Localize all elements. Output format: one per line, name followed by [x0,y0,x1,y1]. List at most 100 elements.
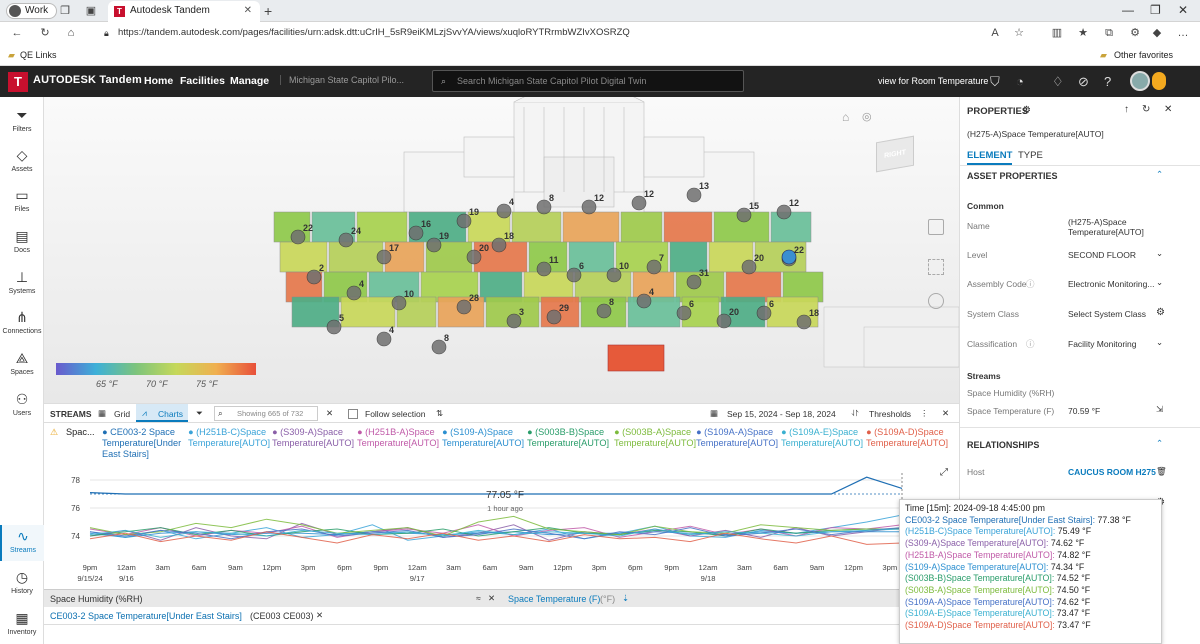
asset-properties-header[interactable]: ASSET PROPERTIES [967,171,1058,181]
maximize-button[interactable]: ❐ [1150,3,1161,17]
dashboard-icon[interactable]: ◔ [1016,74,1024,89]
rail-docs[interactable]: ▤ Docs [0,228,44,254]
stream-temperature-label[interactable]: Space Temperature (F) [967,406,1054,416]
chevron-down-icon[interactable]: ⌄ [1156,337,1163,348]
tab-actions-icon[interactable]: ▣ [84,4,98,18]
more-icon[interactable]: … [1176,26,1190,40]
camera-icon[interactable]: ◎ [862,110,872,123]
workspaces-icon[interactable]: ❐ [58,4,72,18]
history-icon[interactable]: ↻ [1142,104,1150,115]
tab-element[interactable]: ELEMENT [967,150,1013,165]
remove-stream-icon[interactable]: ✕ [316,610,323,621]
pan-tool-icon[interactable] [928,293,944,309]
rail-users[interactable]: ⚇ Users [0,391,44,417]
clear-search-icon[interactable]: ✕ [326,408,333,419]
chevron-down-icon[interactable]: ⌄ [1156,248,1163,259]
settings-icon[interactable]: ⚙ [1022,105,1031,116]
select-box-icon[interactable] [928,259,944,275]
grid-view-button[interactable]: Grid [114,409,130,419]
stream-search-input[interactable]: ⌕ Showing 665 of 732 [214,406,318,421]
browser-tab[interactable]: T Autodesk Tandem ✕ [108,1,260,22]
home-icon[interactable]: ⌂ [64,26,78,40]
search-input[interactable]: ⌕ Search Michigan State Capitol Pilot Dig… [432,70,744,92]
legend-item[interactable]: ● (S003B-A)Space Temperature[AUTO] [614,427,700,449]
line-chart[interactable]: 74 76 78 9pm 9/15/24 12am 9/16 3am 6am 9am 12pm 3pm… [44,465,959,589]
rail-systems[interactable]: ⊥ Systems [0,269,44,295]
expand-chart-icon[interactable]: ⤢ [940,467,948,478]
legend-item[interactable]: ● (S003B-B)Space Temperature[AUTO] [527,427,613,449]
chevron-up-icon[interactable]: ⌃ [1156,169,1163,180]
rail-history[interactable]: ◷ History [0,569,44,595]
sort-icon[interactable]: ⇅ [436,408,443,419]
pin-icon[interactable]: ↑ [1124,104,1129,115]
close-panel-icon[interactable]: ✕ [1164,104,1172,115]
refresh-icon[interactable]: ↻ [38,26,52,40]
stream-humidity-label[interactable]: Space Humidity (%RH) [967,388,1054,398]
notifications-icon[interactable]: ♢ [1052,74,1064,90]
charts-view-button[interactable]: ⩘ Charts [136,404,188,422]
assembly-code-value[interactable]: Electronic Monitoring... [1068,279,1154,289]
copilot-icon[interactable]: ◆ [1150,26,1164,40]
rail-assets[interactable]: ◇ Assets [0,147,44,173]
bookmark-qe-links[interactable]: QE Links [20,44,57,66]
model-viewer[interactable]: 16 19 4 8 12 12 13 15 12 22 24 17 19 20 18 11 6 10 7 31 20 22… [44,97,959,403]
nav-home[interactable]: Home [144,75,173,87]
building-model[interactable]: 16194 8 12 121315 1222 2417192018116 107312022… [44,97,959,403]
facility-breadcrumb[interactable]: Michigan State Capitol Pilo... [280,75,404,85]
help-icon[interactable]: ? [1104,74,1111,89]
chevron-up-icon[interactable]: ⌃ [1156,438,1163,449]
favorite-star-icon[interactable]: ☆ [1012,26,1026,40]
legend-item[interactable]: ● (H251B-C)Space Temperature[AUTO] [188,427,274,449]
collections-icon[interactable]: ⧉ [1102,26,1116,40]
bookmark-icon[interactable]: ⛉ [990,74,1000,90]
section-tool-icon[interactable] [928,219,944,235]
view-selector[interactable]: view for Room Temperature [878,76,988,86]
legend-item[interactable]: ● (S109-A)Space Temperature[AUTO] [442,427,528,449]
follow-selection-checkbox[interactable] [348,409,358,419]
legend-item[interactable]: ● (S109A-E)Space Temperature[AUTO] [781,427,867,449]
selected-stream-name[interactable]: CE003-2 Space Temperature[Under East Sta… [50,611,242,621]
split-screen-icon[interactable]: ▥ [1050,26,1064,40]
tab-type[interactable]: TYPE [1018,150,1043,161]
date-range-picker[interactable]: Sep 15, 2024 - Sep 18, 2024 [727,409,836,419]
stream-chart[interactable]: 74 76 78 9pm 9/15/24 12am 9/16 3am 6am 9am 12pm 3pm… [44,465,959,589]
close-streams-icon[interactable]: ✕ [942,408,949,419]
nav-manage[interactable]: Manage [230,75,269,87]
minimize-button[interactable]: — [1122,3,1134,17]
rail-inventory[interactable]: ▦ Inventory [0,610,44,636]
legend-item[interactable]: ● (S309-A)Space Temperature[AUTO] [272,427,358,449]
nav-facilities[interactable]: Facilities [180,75,225,87]
level-value[interactable]: SECOND FLOOR [1068,250,1136,260]
rail-streams[interactable]: ∿ Streams [0,525,44,561]
legend-item[interactable]: ● (S109A-A)Space Temperature[AUTO] [696,427,782,449]
chevron-down-icon[interactable]: ⌄ [1156,277,1163,288]
rail-files[interactable]: ▭ Files [0,187,44,213]
legend-item[interactable]: ● (S109A-D)Space Temperature[AUTO] [866,427,952,449]
rail-spaces[interactable]: ⟁ Spaces [0,350,44,376]
trash-icon[interactable]: 🗑︎ [1156,466,1167,477]
other-favorites[interactable]: Other favorites [1114,44,1173,66]
humidity-sheet-header[interactable]: Space Humidity (%RH) ≈ ✕ [44,589,500,607]
home-view-icon[interactable]: ⌂ [842,110,849,124]
favorites-icon[interactable]: ★ [1076,26,1090,40]
legend-item[interactable]: ● (H251B-A)Space Temperature[AUTO] [357,427,443,449]
back-icon[interactable]: ← [10,26,24,40]
temperature-sheet-header[interactable]: Space Temperature (F) (°F) ⇣ [500,589,959,607]
close-window-button[interactable]: ✕ [1178,3,1188,17]
extensions-icon[interactable]: ⚙ [1128,26,1142,40]
close-tab-icon[interactable]: ✕ [244,1,252,21]
settings-icon[interactable]: ⚙ [1156,307,1165,318]
profile-button[interactable]: Work [6,3,58,19]
name-value[interactable]: (H275-A)Space Temperature[AUTO] [1068,217,1168,237]
new-tab-button[interactable]: + [264,3,272,19]
close-sheet-icon[interactable]: ✕ [488,593,495,604]
open-stream-icon[interactable]: ⇲ [1156,404,1163,415]
system-class-value[interactable]: Select System Class [1068,309,1146,319]
more-options-icon[interactable]: ⋮ [920,408,929,419]
user-avatar[interactable] [1130,71,1150,91]
host-link[interactable]: CAUCUS ROOM H275 [1068,467,1156,477]
relationships-header[interactable]: RELATIONSHIPS [967,440,1039,450]
rail-filters[interactable]: ⏷ Filters [0,107,44,133]
read-aloud-icon[interactable]: A [988,26,1002,40]
url-field[interactable]: 🔒︎ https://tandem.autodesk.com/pages/faci… [104,24,1024,42]
